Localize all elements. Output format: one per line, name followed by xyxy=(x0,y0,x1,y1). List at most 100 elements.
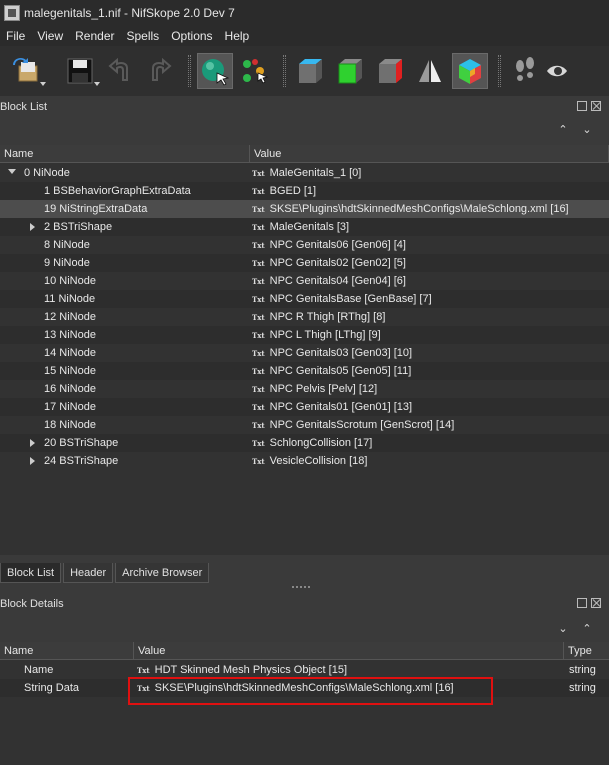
view-red-box-button[interactable] xyxy=(372,53,408,89)
block-row[interactable]: 1 BSBehaviorGraphExtraData Txt BGED [1] xyxy=(0,182,609,200)
walk-button[interactable] xyxy=(507,53,543,89)
block-name: 19 NiStringExtraData xyxy=(44,203,148,215)
block-value: NPC Genitals02 [Gen02] [5] xyxy=(269,257,406,269)
block-row[interactable]: 14 NiNode Txt NPC Genitals03 [Gen03] [10] xyxy=(0,344,609,362)
block-row[interactable]: 18 NiNode Txt NPC GenitalsScrotum [GenScro… xyxy=(0,416,609,434)
view-green-box-button[interactable] xyxy=(332,53,368,89)
block-value: NPC Genitals06 [Gen06] [4] xyxy=(269,239,406,251)
block-row-selected[interactable]: 19 NiStringExtraData Txt SKSE\Plugins\hdtS… xyxy=(0,200,609,218)
block-value: NPC Genitals04 [Gen04] [6] xyxy=(269,275,406,287)
menu-file[interactable]: File xyxy=(0,29,31,43)
column-header-value[interactable]: Value xyxy=(250,145,609,163)
block-row[interactable]: 17 NiNode Txt NPC Genitals01 [Gen01] [13] xyxy=(0,398,609,416)
eye-icon xyxy=(547,65,567,77)
column-header-name[interactable]: Name xyxy=(0,642,134,660)
menu-render[interactable]: Render xyxy=(69,29,120,43)
block-row[interactable]: 13 NiNode Txt NPC L Thigh [LThg] [9] xyxy=(0,326,609,344)
block-name: 24 BSTriShape xyxy=(44,455,119,467)
text-type-icon: Txt xyxy=(252,330,265,340)
block-value: NPC L Thigh [LThg] [9] xyxy=(269,329,381,341)
block-row[interactable]: 8 NiNode Txt NPC Genitals06 [Gen06] [4] xyxy=(0,236,609,254)
menu-bar: File View Render Spells Options Help xyxy=(0,26,609,46)
view-flip-button[interactable] xyxy=(412,53,448,89)
select-object-button[interactable] xyxy=(197,53,233,89)
view-color-cube-button[interactable] xyxy=(452,53,488,89)
block-row[interactable]: 15 NiNode Txt NPC Genitals05 [Gen05] [11] xyxy=(0,362,609,380)
column-header-name[interactable]: Name xyxy=(0,145,250,163)
float-panel-icon[interactable] xyxy=(577,598,587,608)
block-name: 2 BSTriShape xyxy=(44,221,113,233)
column-header-value[interactable]: Value xyxy=(134,642,564,660)
block-row[interactable]: 11 NiNode Txt NPC GenitalsBase [GenBase] [… xyxy=(0,290,609,308)
expand-all-icon[interactable]: ⌃ xyxy=(580,621,594,635)
block-row[interactable]: 12 NiNode Txt NPC R Thigh [RThg] [8] xyxy=(0,308,609,326)
collapse-all-icon[interactable]: ⌄ xyxy=(556,621,570,635)
block-name: 13 NiNode xyxy=(44,329,96,341)
highlight-box xyxy=(128,677,493,705)
text-type-icon: Txt xyxy=(252,294,265,304)
text-type-icon: Txt xyxy=(252,438,265,448)
float-panel-icon[interactable] xyxy=(577,101,587,111)
block-row[interactable]: 9 NiNode Txt NPC Genitals02 [Gen02] [5] xyxy=(0,254,609,272)
select-object-icon xyxy=(202,59,230,86)
detail-name: String Data xyxy=(24,682,80,694)
close-panel-icon[interactable] xyxy=(591,101,601,111)
block-row[interactable]: 2 BSTriShape Txt MaleGenitals [3] xyxy=(0,218,609,236)
collapse-all-icon[interactable]: ⌃ xyxy=(556,122,570,136)
text-type-icon: Txt xyxy=(252,456,265,466)
tab-archive-browser[interactable]: Archive Browser xyxy=(115,563,210,583)
block-name: 20 BSTriShape xyxy=(44,437,119,449)
block-value: NPC Genitals05 [Gen05] [11] xyxy=(269,365,412,377)
block-row[interactable]: 0 NiNode Txt MaleGenitals_1 [0] xyxy=(0,164,609,182)
undo-button[interactable] xyxy=(102,53,138,89)
text-type-icon: Txt xyxy=(252,402,265,412)
undo-icon xyxy=(108,58,128,81)
block-name: 1 BSBehaviorGraphExtraData xyxy=(44,185,191,197)
load-button[interactable] xyxy=(8,53,46,89)
block-value: BGED [1] xyxy=(269,185,317,197)
view-color-cube-icon xyxy=(459,59,481,84)
tab-block-list[interactable]: Block List xyxy=(0,563,62,583)
save-button[interactable] xyxy=(62,53,100,89)
eye-button[interactable] xyxy=(547,53,567,89)
block-value: NPC R Thigh [RThg] [8] xyxy=(269,311,386,323)
block-name: 18 NiNode xyxy=(44,419,96,431)
detail-value[interactable]: HDT Skinned Mesh Physics Object [15] xyxy=(155,664,347,676)
splitter-handle[interactable] xyxy=(292,586,310,589)
block-list-title: Block List xyxy=(0,101,48,113)
text-type-icon: Txt xyxy=(252,366,265,376)
text-type-icon: Txt xyxy=(252,384,265,394)
menu-options[interactable]: Options xyxy=(165,29,218,43)
menu-spells[interactable]: Spells xyxy=(121,29,166,43)
redo-button[interactable] xyxy=(142,53,178,89)
expand-arrow-icon[interactable] xyxy=(30,223,35,231)
block-row[interactable]: 16 NiNode Txt NPC Pelvis [Pelv] [12] xyxy=(0,380,609,398)
text-type-icon: Txt xyxy=(137,665,150,675)
save-icon xyxy=(67,58,93,84)
text-type-icon: Txt xyxy=(252,240,265,250)
redo-icon xyxy=(152,58,172,81)
collapse-arrow-icon[interactable] xyxy=(8,169,16,174)
menu-view[interactable]: View xyxy=(31,29,69,43)
text-type-icon: Txt xyxy=(252,258,265,268)
block-row[interactable]: 20 BSTriShape Txt SchlongCollision [17] xyxy=(0,434,609,452)
block-value: NPC Genitals01 [Gen01] [13] xyxy=(269,401,413,413)
menu-help[interactable]: Help xyxy=(219,29,256,43)
view-red-box-icon xyxy=(379,59,402,83)
expand-all-icon[interactable]: ⌄ xyxy=(580,122,594,136)
block-row[interactable]: 10 NiNode Txt NPC Genitals04 [Gen04] [6] xyxy=(0,272,609,290)
view-box-button[interactable] xyxy=(292,53,328,89)
expand-arrow-icon[interactable] xyxy=(30,457,35,465)
tab-header[interactable]: Header xyxy=(63,563,114,583)
spells-button[interactable] xyxy=(237,53,273,89)
text-type-icon: Txt xyxy=(252,420,265,430)
block-value: SchlongCollision [17] xyxy=(269,437,373,449)
block-value: MaleGenitals [3] xyxy=(269,221,350,233)
expand-arrow-icon[interactable] xyxy=(30,439,35,447)
text-type-icon: Txt xyxy=(252,222,265,232)
column-header-type[interactable]: Type xyxy=(564,642,609,660)
block-name: 12 NiNode xyxy=(44,311,96,323)
block-value: NPC Genitals03 [Gen03] [10] xyxy=(269,347,413,359)
close-panel-icon[interactable] xyxy=(591,598,601,608)
block-row[interactable]: 24 BSTriShape Txt VesicleCollision [18] xyxy=(0,452,609,470)
